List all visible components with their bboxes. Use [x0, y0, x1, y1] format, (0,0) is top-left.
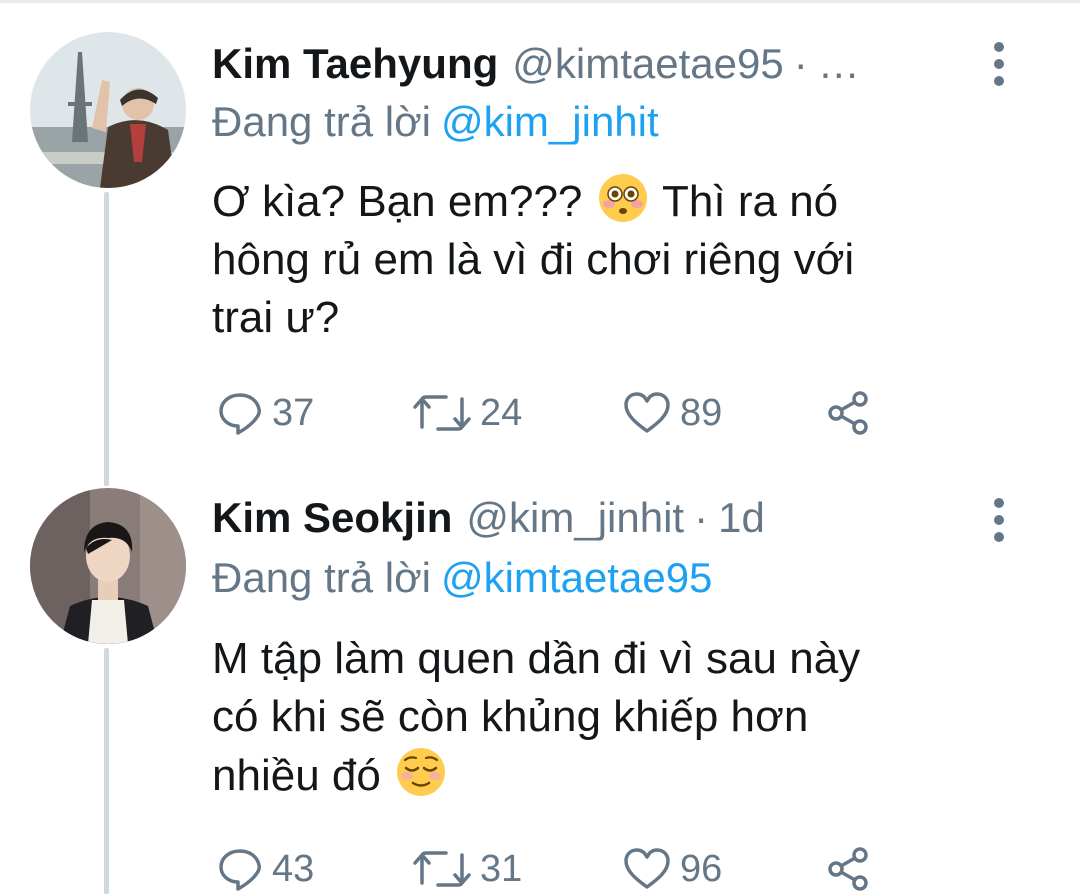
- tweet-text-line: Ơ kìa? Bạn em???: [212, 177, 583, 226]
- relieved-face-emoji: [395, 746, 447, 798]
- tweet-text-line: Thì ra nó: [650, 177, 839, 226]
- retweet-button[interactable]: 24: [412, 386, 522, 440]
- reply-button[interactable]: 37: [216, 386, 314, 440]
- tweet-text-line: có khi sẽ còn khủng khiếp hơn: [212, 692, 809, 741]
- replying-to-label: Đang trả lời: [212, 98, 431, 145]
- replying-to: Đang trả lời @kimtaetae95: [212, 554, 712, 602]
- avatar[interactable]: [30, 488, 186, 644]
- retweet-button[interactable]: 31: [412, 842, 522, 896]
- reply-count: 43: [272, 847, 315, 890]
- thread-line: [104, 648, 109, 894]
- author-handle[interactable]: @kimtaetae95: [512, 40, 783, 88]
- more-options-icon[interactable]: [984, 42, 1014, 86]
- author-handle[interactable]: @kim_jinhit: [466, 494, 684, 542]
- top-divider: [0, 0, 1080, 3]
- tweet-text: M tập làm quen dần đi vì sau này có khi …: [212, 630, 972, 805]
- timestamp: …: [817, 40, 860, 87]
- separator-dot: ·: [694, 494, 709, 541]
- reply-icon: [219, 393, 261, 435]
- tweet-text-line: trai ư?: [212, 293, 340, 342]
- reply-button[interactable]: 43: [216, 842, 314, 896]
- reply-icon: [219, 849, 261, 891]
- tweet-header: Kim Seokjin @kim_jinhit · 1d: [212, 488, 765, 548]
- retweet-icon: [413, 851, 471, 887]
- flushed-face-emoji: [597, 172, 649, 224]
- replying-to: Đang trả lời @kim_jinhit: [212, 98, 659, 146]
- retweet-count: 24: [480, 391, 523, 434]
- avatar[interactable]: [30, 32, 186, 188]
- mention-link[interactable]: @kimtaetae95: [441, 554, 712, 601]
- share-button[interactable]: [824, 386, 872, 440]
- retweet-count: 31: [480, 847, 523, 890]
- share-icon: [828, 847, 868, 891]
- share-icon: [828, 391, 868, 435]
- separator-dot: ·: [793, 40, 808, 87]
- more-options-icon[interactable]: [984, 498, 1014, 542]
- like-button[interactable]: 96: [622, 842, 722, 896]
- author-name[interactable]: Kim Seokjin: [212, 494, 452, 542]
- heart-icon: [624, 392, 670, 433]
- reply-count: 37: [272, 391, 315, 434]
- tweet-text-line: hông rủ em là vì đi chơi riêng với: [212, 235, 855, 284]
- share-button[interactable]: [824, 842, 872, 896]
- heart-icon: [624, 848, 670, 889]
- timestamp[interactable]: 1d: [718, 494, 765, 542]
- replying-to-label: Đang trả lời: [212, 554, 431, 601]
- like-count: 96: [680, 847, 723, 890]
- thread-line: [104, 192, 109, 486]
- tweet-header: Kim Taehyung @kimtaetae95 · …: [212, 34, 860, 94]
- retweet-icon: [413, 395, 471, 431]
- tweet-text-line: nhiều đó: [212, 751, 381, 800]
- like-button[interactable]: 89: [622, 386, 722, 440]
- tweet-text: Ơ kìa? Bạn em??? Thì ra nó hông rủ em là…: [212, 172, 972, 347]
- tweet-text-line: M tập làm quen dần đi vì sau này: [212, 634, 861, 683]
- like-count: 89: [680, 391, 723, 434]
- mention-link[interactable]: @kim_jinhit: [441, 98, 659, 145]
- author-name[interactable]: Kim Taehyung: [212, 40, 498, 88]
